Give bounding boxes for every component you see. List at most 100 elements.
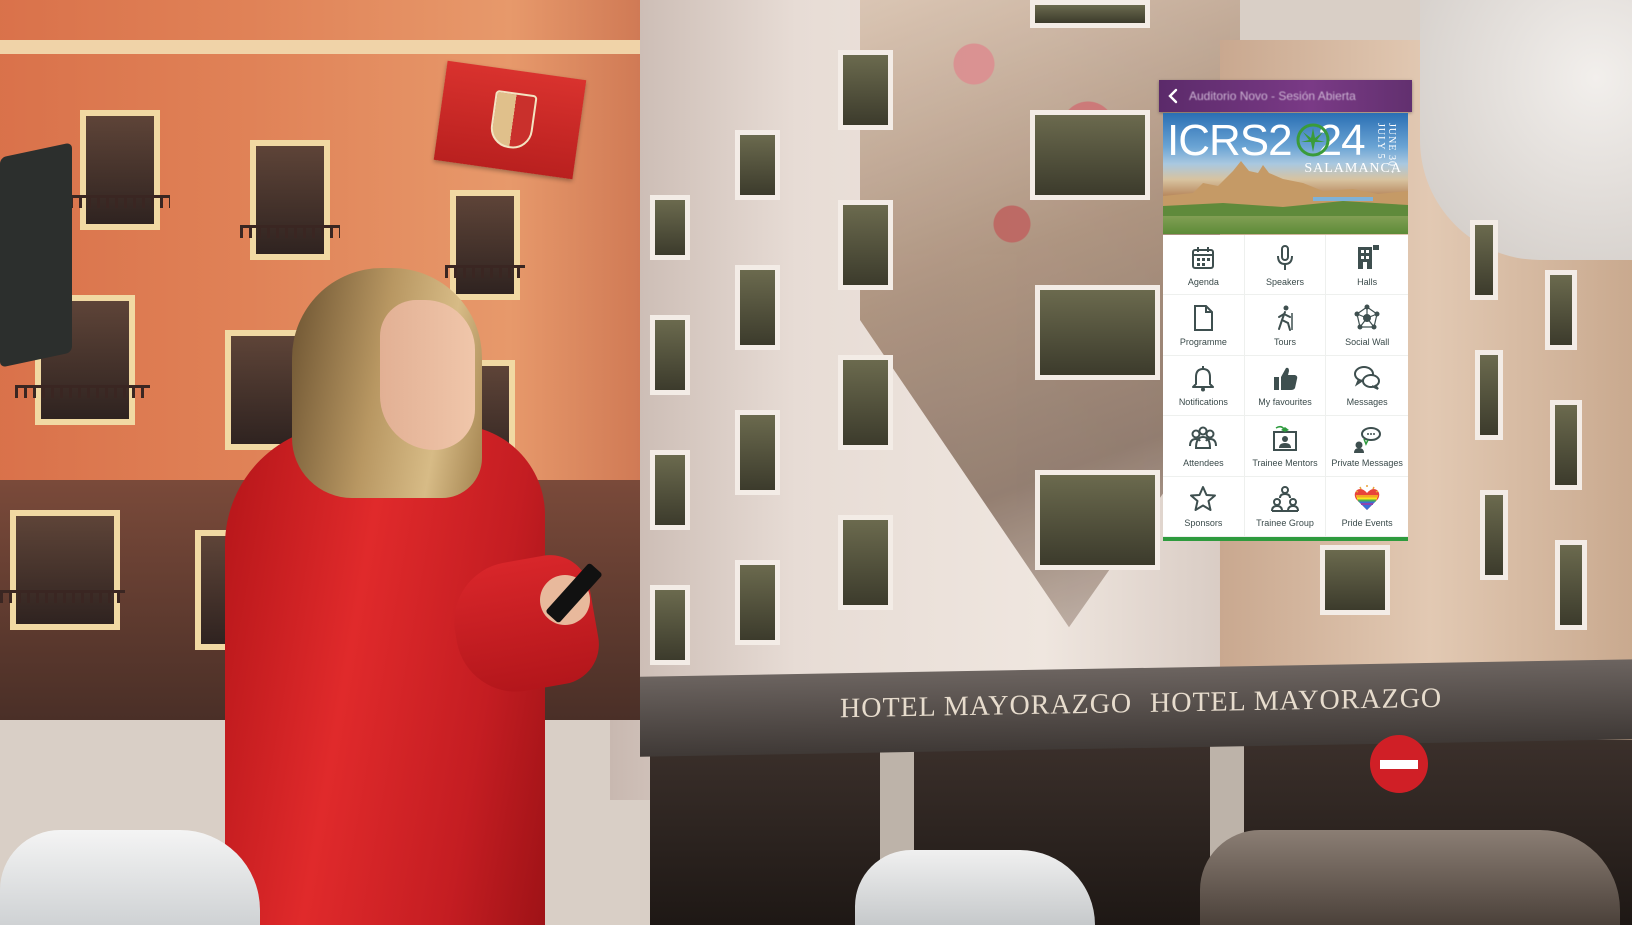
event-app-panel: Auditorio Novo - Sesión Abierta ICRS2 24 … (1159, 80, 1412, 542)
window (735, 560, 780, 645)
window (735, 265, 780, 350)
menu-tile-tours[interactable]: Tours (1244, 295, 1327, 356)
banner-title: ICRS2 24 (1167, 116, 1366, 165)
menu-tile-sponsors[interactable]: Sponsors (1163, 476, 1245, 537)
calendar-icon (1192, 246, 1215, 269)
menu-tile-pride-events[interactable]: Pride Events (1326, 477, 1408, 537)
window (1475, 350, 1503, 440)
coat-of-arms-icon (488, 89, 538, 152)
cars (0, 815, 1632, 925)
event-banner: ICRS2 24 JUNE 30 · JULY 5 SALAMANCA (1163, 113, 1408, 234)
mentor-board-icon (1272, 425, 1297, 451)
menu-tile-label: Pride Events (1341, 518, 1393, 529)
dark-car (1200, 830, 1620, 925)
network-icon (1354, 304, 1380, 330)
balcony-railing (0, 590, 125, 603)
window (1030, 110, 1150, 200)
hotel-sign-left: HOTEL MAYORAZGO (840, 688, 1133, 725)
menu-tile-my-favourites[interactable]: My favourites (1244, 355, 1327, 417)
app-bottom-accent (1163, 537, 1408, 541)
cannabis-leaf-icon (1296, 123, 1330, 157)
window (838, 355, 893, 450)
menu-tile-label: Trainee Group (1256, 518, 1314, 529)
window (1545, 270, 1577, 350)
menu-tile-label: Notifications (1178, 397, 1228, 408)
traffic-light (0, 142, 72, 368)
menu-tile-notifications[interactable]: Notifications (1163, 355, 1245, 417)
window (450, 190, 520, 300)
menu-grid: Agenda Speakers Halls Programme Tours Social … (1163, 235, 1408, 537)
window (80, 110, 160, 230)
menu-tile-programme[interactable]: Programme (1163, 295, 1245, 356)
window (1470, 220, 1498, 300)
window (1555, 540, 1587, 630)
topbar-title: Auditorio Novo - Sesión Abierta (1189, 89, 1356, 103)
private-chat-icon (1354, 426, 1382, 453)
menu-tile-label: Halls (1357, 276, 1378, 287)
menu-tile-label: Private Messages (1331, 457, 1403, 468)
window (735, 130, 780, 200)
window (650, 585, 690, 665)
star-icon (1190, 486, 1217, 512)
menu-tile-label: Trainee Mentors (1252, 457, 1318, 468)
window (1035, 285, 1160, 380)
rainbow-heart-icon (1354, 485, 1380, 511)
right-building-dome (1420, 0, 1632, 260)
salamanca-flag (433, 60, 587, 180)
document-icon (1194, 305, 1214, 332)
window (838, 200, 893, 290)
hiker-icon (1277, 305, 1293, 332)
hotel-sign-right: HOTEL MAYORAZGO (1150, 682, 1443, 719)
menu-tile-trainee-group[interactable]: Trainee Group (1244, 476, 1327, 537)
window (650, 315, 690, 395)
group-icon (1189, 426, 1218, 449)
window (838, 50, 893, 130)
menu-tile-halls[interactable]: Halls (1326, 235, 1408, 296)
menu-tile-agenda[interactable]: Agenda (1163, 235, 1245, 296)
microphone-icon (1276, 244, 1293, 270)
window (1550, 400, 1582, 490)
chat-bubbles-icon (1354, 366, 1381, 391)
balcony-railing (70, 195, 170, 208)
window (1035, 470, 1160, 570)
bell-icon (1192, 366, 1215, 392)
menu-tile-label: Agenda (1187, 276, 1219, 287)
menu-tile-label: Attendees (1183, 457, 1224, 468)
white-car (855, 850, 1095, 925)
team-icon (1270, 486, 1299, 513)
menu-tile-attendees[interactable]: Attendees (1163, 416, 1245, 477)
banner-title-left: ICRS2 (1167, 116, 1293, 165)
back-button[interactable] (1163, 84, 1185, 108)
menu-tile-private-messages[interactable]: Private Messages (1326, 416, 1408, 477)
menu-tile-label: Tours (1273, 337, 1296, 348)
no-entry-sign (1370, 735, 1428, 793)
window (1480, 490, 1508, 580)
window (1030, 0, 1150, 28)
menu-tile-messages[interactable]: Messages (1326, 356, 1408, 417)
window (650, 450, 690, 530)
window (735, 410, 780, 495)
window (1320, 545, 1390, 615)
menu-tile-label: Messages (1346, 397, 1388, 408)
menu-tile-label: Sponsors (1184, 518, 1223, 529)
menu-tile-social-wall[interactable]: Social Wall (1326, 295, 1408, 356)
window (10, 510, 120, 630)
menu-tile-label: My favourites (1258, 397, 1312, 408)
menu-tile-label: Speakers (1265, 276, 1304, 287)
window (250, 140, 330, 260)
white-car (0, 830, 260, 925)
balcony-railing (240, 225, 340, 238)
window (650, 195, 690, 260)
banner-city: SALAMANCA (1304, 161, 1402, 176)
cornice (0, 40, 640, 54)
balcony-railing (15, 385, 150, 398)
menu-tile-label: Programme (1179, 337, 1227, 348)
woman-face (380, 300, 475, 450)
chevron-left-icon (1168, 88, 1178, 104)
menu-tile-label: Social Wall (1345, 337, 1390, 348)
menu-tile-speakers[interactable]: Speakers (1244, 235, 1327, 296)
balcony-railing (445, 265, 525, 278)
thumbs-up-icon (1273, 368, 1298, 391)
window (838, 515, 893, 610)
menu-tile-trainee-mentors[interactable]: Trainee Mentors (1244, 416, 1327, 477)
